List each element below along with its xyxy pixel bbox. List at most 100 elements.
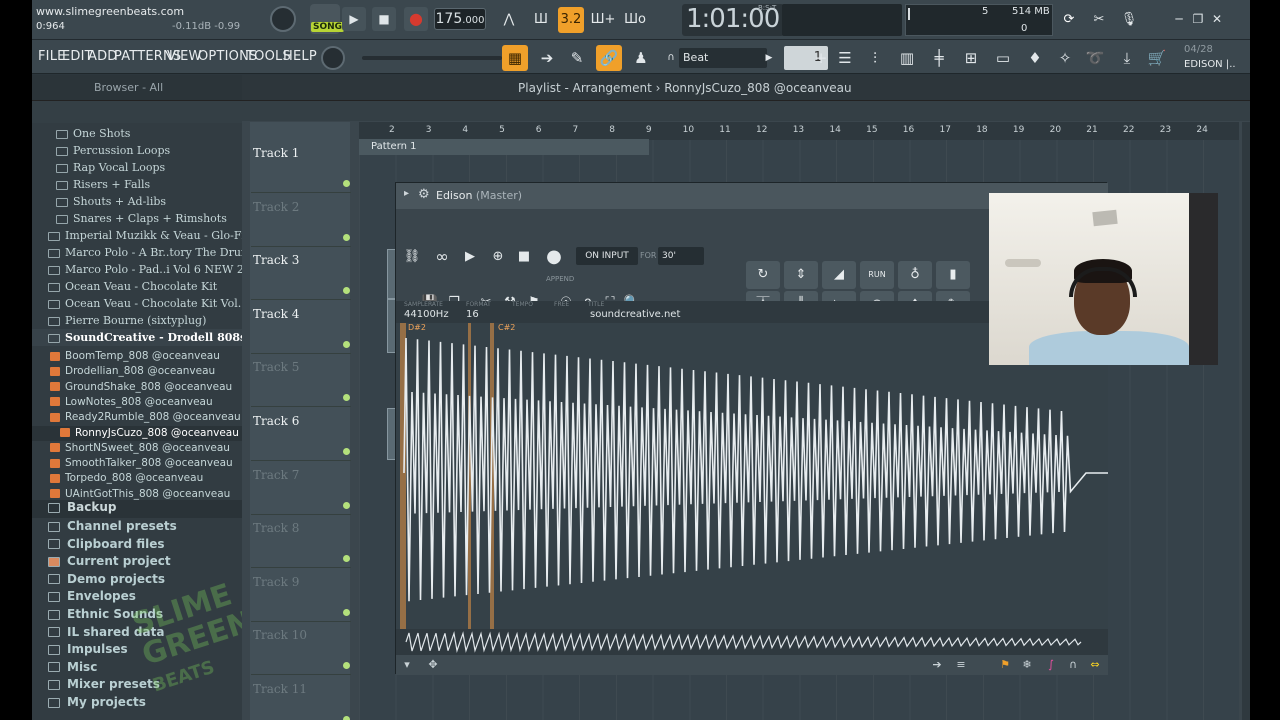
track-header[interactable]: Track 7 bbox=[251, 462, 351, 515]
track-header[interactable]: Track 8 bbox=[251, 515, 351, 569]
browser-folder-item[interactable]: Ocean Veau - Chocolate Kit bbox=[32, 278, 242, 295]
browser-folder-item[interactable]: SoundCreative - Drodell 808s bbox=[32, 329, 242, 346]
shop-icon[interactable]: 🛒 bbox=[1144, 45, 1170, 71]
track-header[interactable]: Track 9 bbox=[251, 569, 351, 622]
on-input-select[interactable]: ON INPUT bbox=[576, 247, 638, 265]
browser-file-item[interactable]: ShortNSweet_808 @oceanveau bbox=[32, 441, 242, 456]
track-header[interactable]: Track 11 bbox=[251, 676, 351, 720]
normalize-icon[interactable]: ⇕ bbox=[784, 261, 818, 289]
pattern-clip[interactable]: Pattern 1 bbox=[359, 139, 649, 155]
master-volume-slider[interactable] bbox=[362, 56, 502, 60]
browser-folder-item[interactable]: Shouts + Ad-libs bbox=[32, 193, 242, 210]
browser-file-item[interactable]: RonnyJsCuzo_808 @oceanveau bbox=[32, 425, 242, 441]
playlist-scrollbar[interactable] bbox=[1242, 122, 1250, 720]
mixer-icon[interactable]: ▥ bbox=[894, 45, 920, 71]
track-header[interactable]: Track 10 bbox=[251, 622, 351, 676]
timeline-ruler[interactable]: 2 3 4 5 6 7 8 9 10 11 12 13 14 15 16 17 18 19 20 21 22 23 24 bbox=[359, 122, 1239, 140]
browser-file-item[interactable]: LowNotes_808 @oceanveau bbox=[32, 395, 242, 410]
browser-file-item[interactable]: Ready2Rumble_808 @oceanveau bbox=[32, 410, 242, 425]
menu-help[interactable]: HELP bbox=[283, 49, 317, 64]
pencil-icon[interactable]: ✎ bbox=[564, 45, 590, 71]
track-mute-led[interactable] bbox=[343, 287, 350, 295]
edison-play-icon[interactable]: ▶ bbox=[458, 245, 482, 269]
title-value[interactable]: soundcreative.net bbox=[590, 309, 680, 320]
fade-in-icon[interactable]: ◢ bbox=[822, 261, 856, 289]
track-header[interactable]: Track 4 bbox=[251, 301, 351, 354]
dropdown-arrow-icon[interactable]: ▾ bbox=[400, 658, 414, 672]
snowflake-icon[interactable]: ❄ bbox=[1020, 658, 1034, 672]
loop-record-icon[interactable]: Шо bbox=[622, 7, 648, 33]
bars-icon[interactable]: ≡ bbox=[954, 658, 968, 672]
track-header[interactable]: Track 6 bbox=[251, 408, 351, 461]
edison-link-icon[interactable]: ⛓ bbox=[400, 245, 424, 269]
browser-folder-item[interactable]: Snares + Claps + Rimshots bbox=[32, 210, 242, 227]
edison-stop-icon[interactable]: ■ bbox=[512, 245, 536, 269]
download-icon[interactable]: ⤓ bbox=[1114, 45, 1140, 71]
pattern-prev-icon[interactable]: ▶ bbox=[756, 45, 782, 71]
news-title[interactable]: EDISON |.. bbox=[1184, 59, 1236, 70]
flag-icon[interactable]: ⚑ bbox=[998, 658, 1012, 672]
pattern-mode-select[interactable]: Beat bbox=[679, 48, 767, 68]
track-header[interactable]: Track 1 bbox=[251, 140, 351, 193]
pattern-step-icon[interactable]: 3.2 bbox=[558, 7, 584, 33]
microphone-icon[interactable]: 🎙 bbox=[1116, 7, 1142, 33]
master-volume-knob[interactable] bbox=[270, 6, 296, 32]
edison-record-icon[interactable]: ● bbox=[542, 245, 566, 269]
browser-folder-item[interactable]: Marco Polo - Pad..i Vol 6 NEW 2020 bbox=[32, 261, 242, 278]
append-toggle[interactable]: APPEND bbox=[546, 275, 574, 283]
browser-file-item[interactable]: Drodellian_808 @oceanveau bbox=[32, 364, 242, 379]
browser-root-folder[interactable]: IL shared data bbox=[32, 625, 242, 643]
browser-root-folder[interactable]: Envelopes bbox=[32, 589, 242, 607]
arrow-right-icon[interactable]: ➔ bbox=[534, 45, 560, 71]
stamp-icon[interactable]: ♟ bbox=[628, 45, 654, 71]
format-value[interactable]: 16 bbox=[466, 309, 479, 320]
loop-icon[interactable]: ∞ bbox=[430, 245, 454, 269]
wait-for-input-icon[interactable]: Ш bbox=[528, 7, 554, 33]
track-mute-led[interactable] bbox=[343, 662, 350, 670]
move-icon[interactable]: ✥ bbox=[426, 658, 440, 672]
track-mute-led[interactable] bbox=[343, 180, 350, 187]
browser-folder-item[interactable]: Risers + Falls bbox=[32, 176, 242, 193]
song-mode-toggle[interactable]: SONG bbox=[310, 4, 345, 34]
browser-root-folder[interactable]: Current project bbox=[32, 554, 242, 572]
undo-history-icon[interactable]: ⟳ bbox=[1056, 7, 1082, 33]
browser-folder-item[interactable]: Marco Polo - A Br..tory The Drum Kit bbox=[32, 244, 242, 261]
noise-reduce-icon[interactable]: ♁ bbox=[898, 261, 932, 289]
minimize-icon[interactable]: ─ bbox=[1172, 12, 1186, 26]
run-script-icon[interactable]: RUN bbox=[860, 261, 894, 289]
reverse-icon[interactable]: ↻ bbox=[746, 261, 780, 289]
browser-root-folder[interactable]: Impulses bbox=[32, 642, 242, 660]
browser-folder-item[interactable]: Rap Vocal Loops bbox=[32, 159, 242, 176]
record-length-field[interactable]: 30' bbox=[658, 247, 704, 265]
track-mute-led[interactable] bbox=[343, 716, 350, 720]
piano-roll-icon[interactable]: ▦ bbox=[502, 45, 528, 71]
browser-root-folder[interactable]: Backup bbox=[32, 500, 242, 518]
browser-folder-item[interactable]: One Shots bbox=[32, 125, 242, 142]
browser-folder-item[interactable]: Pierre Bourne (sixtyplug) bbox=[32, 312, 242, 329]
piano-roll-window-icon[interactable]: ╪ bbox=[926, 45, 952, 71]
track-header[interactable]: Track 3 bbox=[251, 247, 351, 301]
plugin-picker-icon[interactable]: ✧ bbox=[1052, 45, 1078, 71]
track-mute-led[interactable] bbox=[343, 608, 350, 616]
browser-folder-item[interactable]: Imperial Muzikk & Veau - Glo-Fi Kit bbox=[32, 227, 242, 244]
browser-file-item[interactable]: SmoothTalker_808 @oceanveau bbox=[32, 456, 242, 471]
track-mute-led[interactable] bbox=[343, 233, 350, 241]
track-mute-led[interactable] bbox=[343, 555, 350, 563]
browser-root-folder[interactable]: Demo projects bbox=[32, 572, 242, 590]
headset-icon[interactable]: ∩ bbox=[1066, 658, 1080, 672]
master-pitch-knob[interactable] bbox=[321, 46, 345, 70]
link-icon[interactable]: 🔗 bbox=[596, 45, 622, 71]
track-mute-led[interactable] bbox=[343, 394, 350, 402]
browser-root-folder[interactable]: My projects bbox=[32, 695, 242, 713]
browser-root-folder[interactable]: Misc bbox=[32, 660, 242, 678]
waveform-overview[interactable] bbox=[396, 629, 1108, 655]
template-icon[interactable]: ▭ bbox=[990, 45, 1016, 71]
browser-window-icon[interactable]: ⊞ bbox=[958, 45, 984, 71]
stop-button[interactable]: ■ bbox=[372, 7, 396, 31]
curve-icon[interactable]: ∫ bbox=[1044, 658, 1058, 672]
record-button[interactable]: ● bbox=[404, 7, 428, 31]
edison-gear-icon[interactable]: ⚙ bbox=[418, 187, 430, 202]
close-icon[interactable]: ✕ bbox=[1210, 12, 1224, 26]
menu-view[interactable]: VIEW bbox=[167, 49, 202, 64]
metronome-icon[interactable]: ⋀ bbox=[496, 7, 522, 33]
